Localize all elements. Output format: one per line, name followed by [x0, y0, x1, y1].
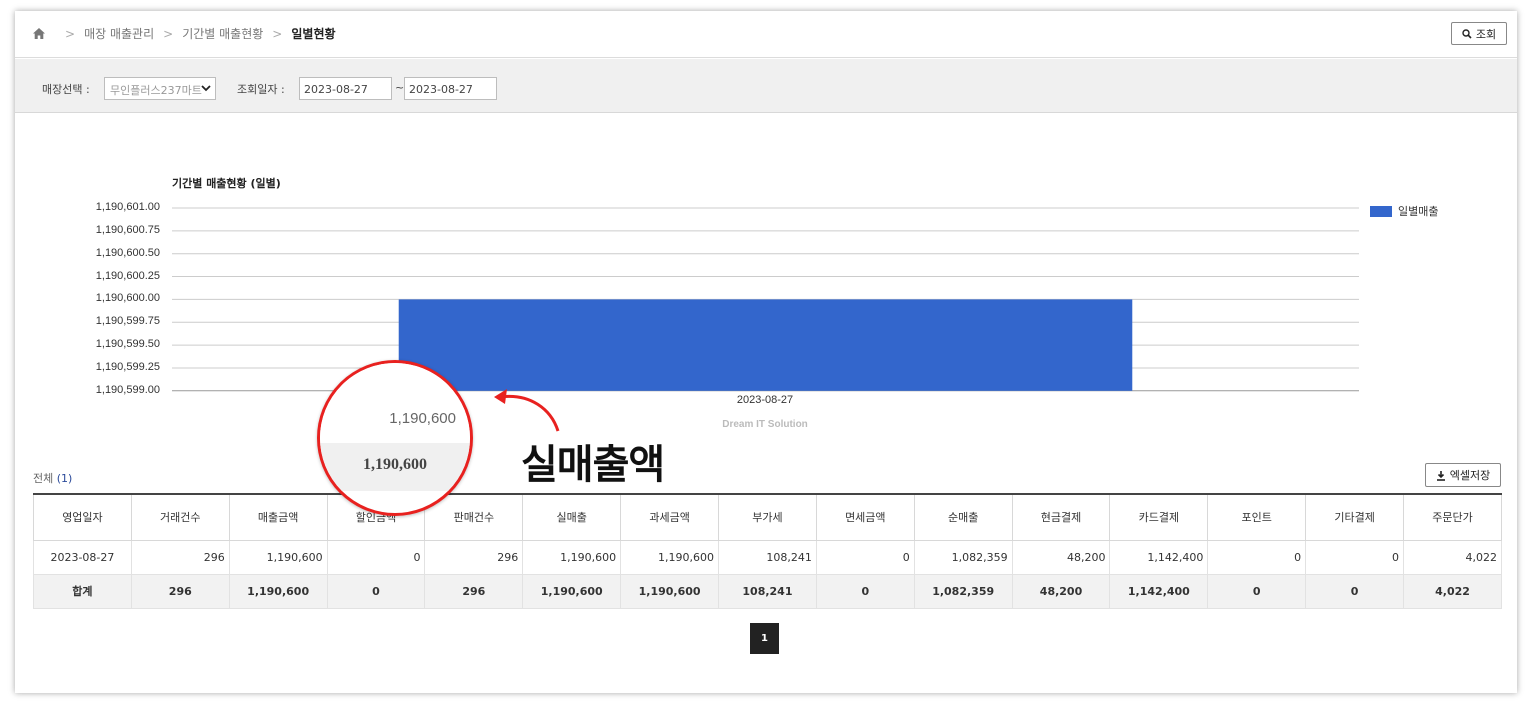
annotation-arrow	[494, 389, 560, 432]
zoom-highlight-circle: 1,190,600 1,190,600	[317, 360, 473, 516]
zoom-top	[320, 363, 470, 443]
zoom-top-value: 1,190,600	[389, 410, 456, 427]
annotation-label: 실매출액	[521, 442, 665, 488]
zoom-bottom-value: 1,190,600	[363, 456, 427, 473]
app-window: > 매장 매출관리 > 기간별 매출현황 > 일별현황 조회 매장선택 : 무인…	[15, 11, 1517, 693]
